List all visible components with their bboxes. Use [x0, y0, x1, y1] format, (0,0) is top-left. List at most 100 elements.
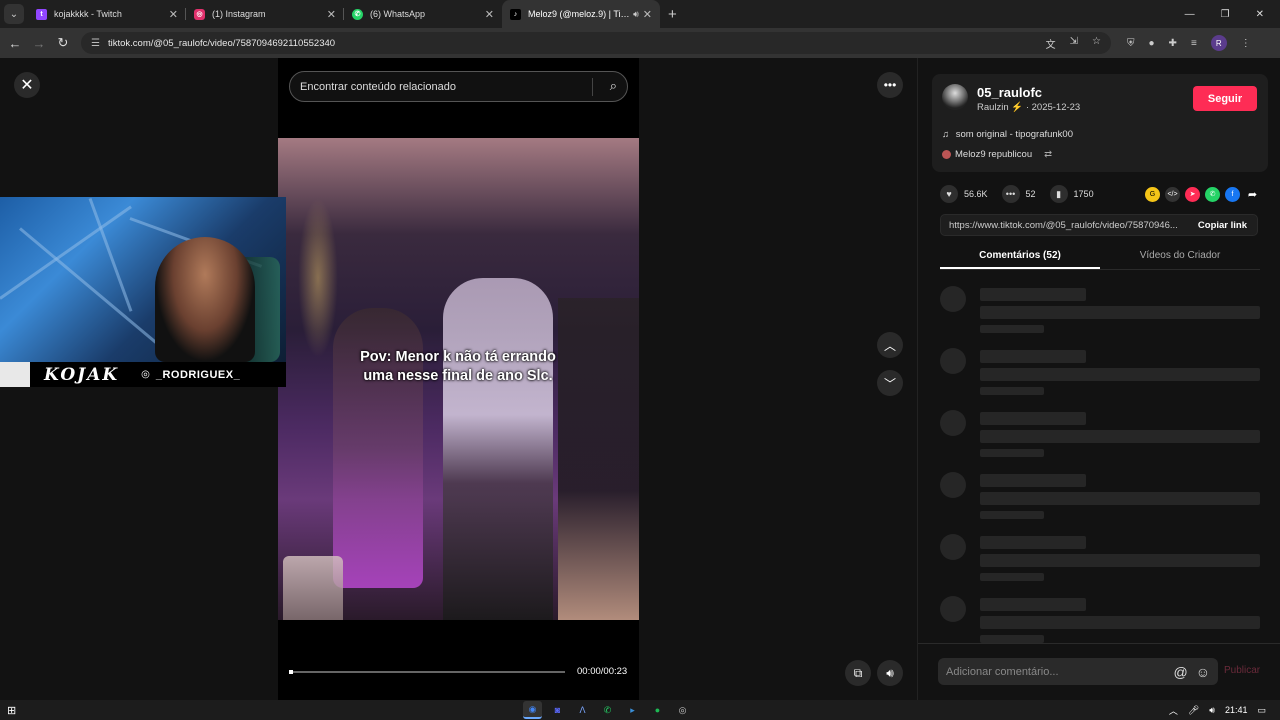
bookmark-star-icon[interactable]: ☆	[1092, 36, 1101, 51]
coin-icon[interactable]: G	[1145, 186, 1160, 202]
tab-tiktok[interactable]: ♪ Meloz9 (@meloz.9) | TikTok 🔊︎ ✕	[502, 0, 660, 28]
more-options-button[interactable]: •••	[877, 72, 903, 98]
reading-list-icon[interactable]: ≡	[1191, 38, 1197, 49]
system-tray: ︿ 🎤︎ 🔊︎ 21:41 ▭	[1169, 700, 1266, 720]
emoji-icon[interactable]: ☺	[1196, 664, 1210, 680]
menu-kebab-icon[interactable]: ⋮	[1241, 38, 1251, 49]
like-button[interactable]: ♥ 56.6K	[940, 185, 988, 203]
minimize-icon[interactable]: —	[1185, 9, 1195, 20]
speaker-icon[interactable]: 🔊︎	[1209, 705, 1215, 716]
related-search-input[interactable]: Encontrar conteúdo relacionado ⌕	[289, 71, 628, 102]
author-username[interactable]: 05_raulofc	[977, 85, 1042, 100]
close-tab-icon[interactable]: ✕	[643, 8, 652, 21]
close-tab-icon[interactable]: ✕	[169, 8, 178, 21]
author-display-name: Raulzin	[977, 102, 1009, 113]
close-tab-icon[interactable]: ✕	[327, 8, 336, 21]
restore-icon[interactable]: ❐	[1221, 9, 1230, 20]
comment-icon: •••	[1001, 185, 1020, 203]
discord-icon[interactable]: ◙	[548, 701, 567, 719]
notifications-icon[interactable]: ▭	[1257, 705, 1266, 716]
comment-skeleton	[940, 286, 1260, 336]
site-info-icon[interactable]: ☰	[91, 38, 100, 49]
copy-link-button[interactable]: Copiar link	[1188, 220, 1257, 231]
lightning-icon: ⚡	[1011, 102, 1024, 113]
save-button[interactable]: ▮ 1750	[1049, 185, 1094, 203]
tab-instagram[interactable]: ◎ (1) Instagram ✕	[186, 0, 344, 28]
microphone-icon[interactable]: 🎤︎	[1188, 705, 1199, 716]
repost-text: Meloz9 republicou	[955, 149, 1033, 160]
tiktok-icon: ♪	[510, 8, 521, 20]
tab-search-button[interactable]: ⌄	[4, 4, 24, 24]
puzzle-extensions-icon[interactable]: ✚	[1169, 38, 1177, 49]
sidebar-tabs: Comentários (52) Vídeos do Criador	[940, 244, 1260, 270]
tiktok-page: ✕ Encontrar conteúdo relacionado ⌕ Pov: …	[0, 58, 1280, 700]
share-arrow-icon[interactable]: ➦	[1245, 187, 1260, 202]
tab-twitch[interactable]: t kojakkkk - Twitch ✕	[28, 0, 186, 28]
whatsapp-icon[interactable]: ✆	[598, 701, 617, 719]
comment-input[interactable]: Adicionar comentário... @ ☺	[938, 658, 1218, 685]
translate-icon[interactable]: 文	[1046, 36, 1056, 51]
address-bar-row: ← → ↻ ☰ tiktok.com/@05_raulofc/video/758…	[0, 28, 1280, 58]
windows-start-icon[interactable]: ⊞	[7, 704, 16, 717]
volume-icon: 🔊︎	[886, 665, 894, 680]
terminal-icon[interactable]: ▸	[623, 701, 642, 719]
streamer-namebar: KOJAK ◎ _RODRIGUEX_	[0, 362, 286, 387]
publish-button[interactable]: Publicar	[1224, 665, 1260, 676]
next-video-button[interactable]: ﹀	[877, 370, 903, 396]
video-info-sidebar: 05_raulofc Raulzin ⚡ · 2025-12-23 Seguir…	[917, 58, 1280, 700]
chevron-up-icon: ︿	[883, 338, 896, 353]
clock[interactable]: 21:41	[1225, 705, 1248, 715]
search-icon[interactable]: ⌕	[610, 78, 617, 94]
chrome-icon[interactable]: ◉	[523, 701, 542, 719]
music-link[interactable]: ♫ som original - tipografunk00	[942, 129, 1073, 140]
picture-in-picture-icon: ⧉	[853, 665, 863, 680]
close-tab-icon[interactable]: ✕	[485, 8, 494, 21]
author-card: 05_raulofc Raulzin ⚡ · 2025-12-23 Seguir…	[932, 74, 1268, 172]
tab-whatsapp[interactable]: ✆ (6) WhatsApp ✕	[344, 0, 502, 28]
author-avatar[interactable]	[942, 84, 968, 110]
save-count: 1750	[1073, 189, 1094, 199]
repost-icon: ⇄	[1044, 149, 1053, 160]
comment-button[interactable]: ••• 52	[1001, 185, 1036, 203]
send-icon[interactable]: ➤	[1185, 186, 1200, 202]
reload-icon[interactable]: ↻	[51, 35, 75, 51]
video-link[interactable]: https://www.tiktok.com/@05_raulofc/video…	[941, 220, 1188, 231]
app-icon[interactable]: ◎	[673, 701, 692, 719]
tab-creator-videos[interactable]: Vídeos do Criador	[1100, 244, 1260, 269]
floating-player-button[interactable]: ⧉	[845, 660, 871, 686]
profile-avatar[interactable]: R	[1210, 35, 1227, 51]
tab-comments[interactable]: Comentários (52)	[940, 244, 1100, 269]
comment-placeholder: Adicionar comentário...	[946, 665, 1059, 678]
spotify-icon[interactable]: ●	[648, 701, 667, 719]
close-icon: ✕	[20, 77, 34, 94]
whatsapp-icon[interactable]: ✆	[1205, 186, 1220, 202]
tab-title: kojakkkk - Twitch	[54, 9, 122, 19]
follow-button[interactable]: Seguir	[1193, 86, 1257, 111]
heart-icon: ♥	[940, 185, 958, 203]
embed-icon[interactable]: </>	[1165, 186, 1180, 202]
url-field[interactable]: ☰ tiktok.com/@05_raulofc/video/758709469…	[81, 32, 1111, 54]
instagram-icon: ◎	[141, 369, 150, 380]
close-video-button[interactable]: ✕	[14, 72, 40, 98]
back-icon[interactable]: ←	[3, 36, 27, 51]
close-window-icon[interactable]: ✕	[1256, 9, 1264, 20]
previous-video-button[interactable]: ︿	[877, 332, 903, 358]
mention-icon[interactable]: @	[1173, 664, 1187, 680]
progress-bar[interactable]	[289, 670, 565, 674]
editor-icon[interactable]: Λ	[573, 701, 592, 719]
facebook-icon[interactable]: f	[1225, 186, 1240, 202]
shield-extension-icon[interactable]: ⛨	[1127, 38, 1135, 49]
cast-icon[interactable]: ⇲	[1070, 36, 1078, 51]
share-options: G </> ➤ ✆ f ➦	[1145, 186, 1260, 202]
tray-chevron-icon[interactable]: ︿	[1169, 704, 1178, 717]
extension-icon[interactable]: ●	[1149, 38, 1155, 49]
video-frame[interactable]: Pov: Menor k não tá errando uma nesse fi…	[278, 138, 639, 620]
streamer-handle: _RODRIGUEX_	[155, 368, 241, 381]
audio-playing-icon[interactable]: 🔊︎	[633, 9, 639, 20]
video-player[interactable]: Encontrar conteúdo relacionado ⌕ Pov: Me…	[278, 58, 639, 700]
bookmark-icon: ▮	[1049, 185, 1068, 203]
forward-icon[interactable]: →	[27, 36, 51, 51]
volume-button[interactable]: 🔊︎	[877, 660, 903, 686]
new-tab-button[interactable]: +	[668, 6, 677, 23]
engagement-stats: ♥ 56.6K ••• 52 ▮ 1750 G </> ➤ ✆ f ➦	[940, 184, 1260, 204]
